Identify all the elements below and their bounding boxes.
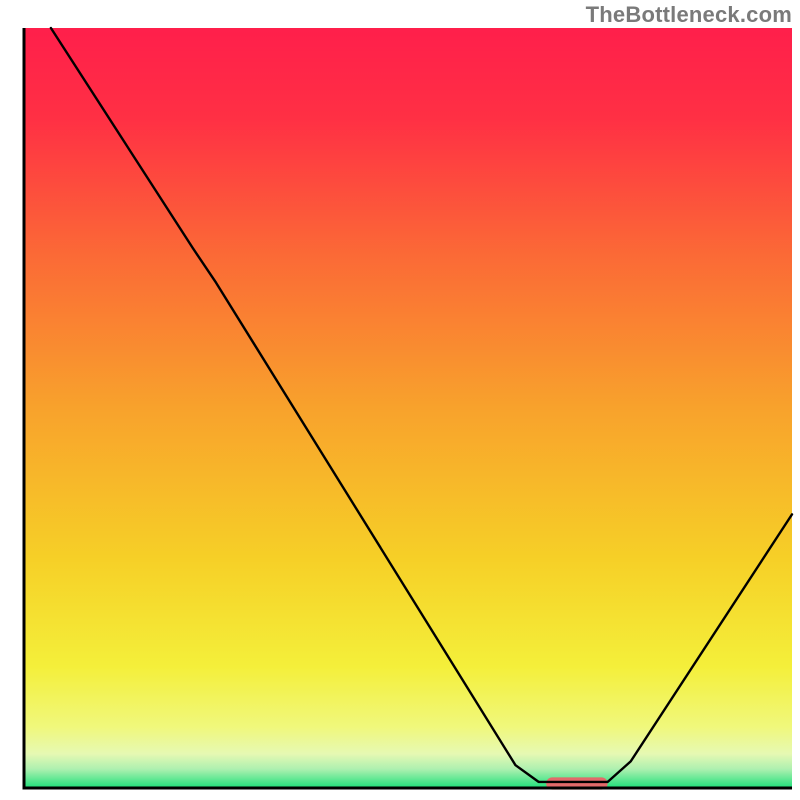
- watermark-label: TheBottleneck.com: [586, 2, 792, 28]
- chart-svg: [0, 0, 800, 800]
- plot-background: [24, 28, 792, 788]
- bottleneck-chart: TheBottleneck.com: [0, 0, 800, 800]
